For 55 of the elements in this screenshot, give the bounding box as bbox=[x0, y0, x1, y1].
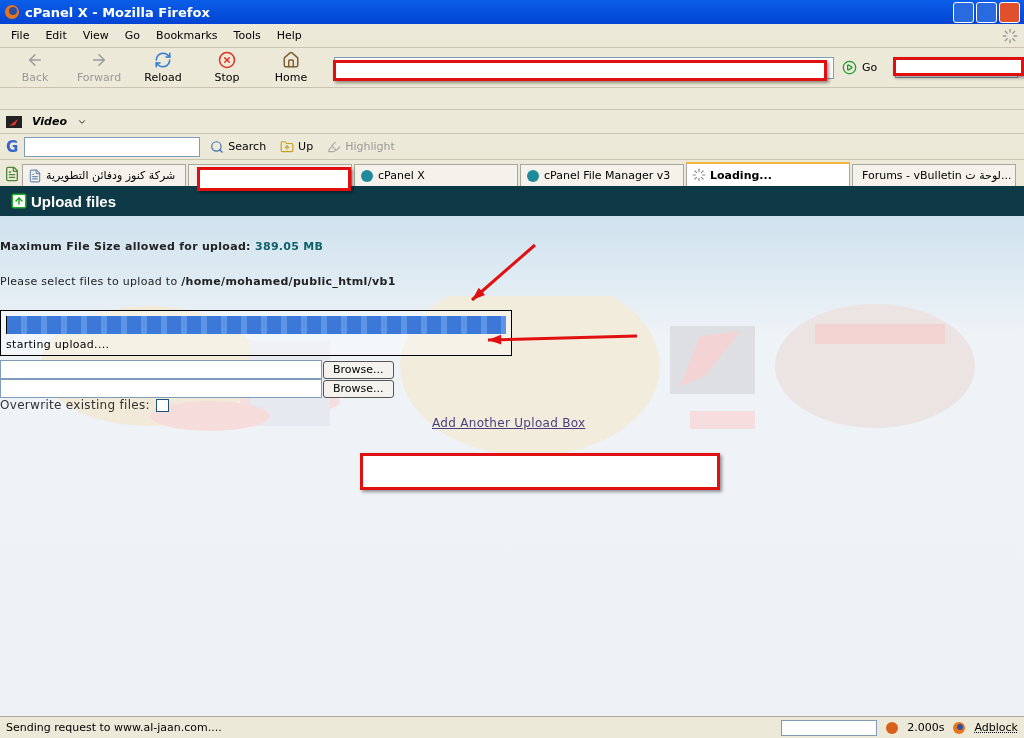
stop-icon bbox=[218, 51, 236, 69]
highlighter-icon bbox=[327, 139, 342, 154]
menu-item[interactable]: Bookmarks bbox=[151, 29, 223, 42]
browser-tab[interactable]: cPanel X bbox=[354, 164, 518, 186]
menu-item[interactable]: File bbox=[6, 29, 35, 42]
new-tab-icon[interactable] bbox=[4, 166, 20, 182]
close-button[interactable] bbox=[999, 1, 1020, 23]
video-menu[interactable]: Video bbox=[28, 115, 71, 128]
menu-item[interactable]: Go bbox=[119, 29, 146, 42]
toolbar-button[interactable]: Stop bbox=[198, 50, 256, 85]
google-search-field[interactable] bbox=[24, 136, 201, 157]
file-path-field[interactable] bbox=[0, 379, 322, 398]
browser-tab[interactable]: cPanel File Manager v3 bbox=[520, 164, 684, 186]
browser-tab[interactable]: شركة كنوز ودفائن التطويرية bbox=[22, 164, 186, 186]
search-button[interactable]: Search bbox=[206, 139, 271, 154]
search-icon bbox=[210, 139, 225, 154]
go-icon bbox=[842, 60, 857, 75]
reload-icon bbox=[154, 51, 172, 69]
upload-status: starting upload.... bbox=[6, 338, 111, 351]
status-text: Sending request to www.al-jaan.com.... bbox=[6, 721, 223, 734]
menu-item[interactable]: View bbox=[77, 29, 114, 42]
loading-icon bbox=[692, 168, 706, 182]
toolbar-button[interactable]: Home bbox=[262, 50, 320, 85]
throbber-icon bbox=[1002, 27, 1018, 44]
upload-icon bbox=[10, 192, 28, 210]
browser-tab[interactable]: Loading... bbox=[686, 162, 850, 186]
forward-arrow-icon bbox=[90, 51, 108, 69]
max-size-text: Maximum File Size allowed for upload: 389.05 MB bbox=[0, 240, 325, 253]
firefox-logo-icon bbox=[4, 4, 20, 20]
video-logo-icon bbox=[6, 115, 22, 128]
firefox-logo-icon bbox=[952, 720, 967, 735]
folder-up-icon bbox=[280, 139, 295, 154]
destination-text: Please select files to upload to /home/mohamed/public_html/vb1 bbox=[0, 275, 397, 288]
minimize-button[interactable] bbox=[953, 1, 974, 23]
browse-button[interactable]: Browse... bbox=[323, 379, 394, 398]
menu-item[interactable]: Tools bbox=[228, 29, 266, 42]
menu-item[interactable]: Help bbox=[271, 29, 307, 42]
home-icon bbox=[282, 51, 300, 69]
restore-button[interactable] bbox=[976, 1, 997, 23]
adblock-button[interactable]: Adblock bbox=[974, 721, 1018, 734]
file-path-field[interactable] bbox=[0, 360, 322, 379]
go-button[interactable]: Go bbox=[840, 60, 880, 75]
add-upload-box-link[interactable]: Add Another Upload Box bbox=[432, 416, 586, 430]
toolbar-button[interactable]: Reload bbox=[134, 50, 192, 85]
annotation-arrow bbox=[471, 243, 536, 302]
browser-tab[interactable]: Forums - vBulletin لوحة ت... bbox=[852, 164, 1016, 186]
overwrite-label: Overwrite existing files: bbox=[0, 398, 150, 412]
page-title: Upload files bbox=[31, 192, 116, 210]
browse-button[interactable]: Browse... bbox=[323, 360, 394, 379]
load-time: 2.000s bbox=[907, 721, 945, 734]
up-button[interactable]: Up bbox=[276, 139, 318, 154]
menu-item[interactable]: Edit bbox=[40, 29, 72, 42]
page-icon bbox=[28, 168, 42, 183]
window-title: cPanel X - Mozilla Firefox bbox=[25, 4, 210, 20]
google-logo-icon[interactable]: G bbox=[6, 137, 19, 156]
